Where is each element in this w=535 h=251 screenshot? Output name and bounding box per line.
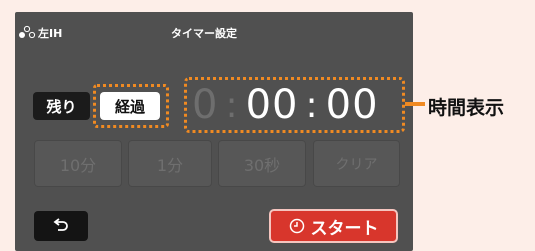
burner-dots-icon bbox=[19, 25, 36, 39]
time-hours: 0 bbox=[192, 82, 219, 128]
page-title: タイマー設定 bbox=[171, 27, 237, 40]
add-30-seconds-button[interactable]: 30秒 bbox=[218, 140, 306, 187]
clock-icon bbox=[289, 218, 304, 234]
clear-button[interactable]: クリア bbox=[313, 140, 400, 187]
time-seconds: 00 bbox=[325, 82, 379, 128]
start-label: スタート bbox=[310, 218, 379, 239]
time-minutes: 00 bbox=[245, 82, 299, 128]
time-display-callout: 時間表示 bbox=[428, 97, 505, 119]
time-separator: : bbox=[305, 84, 319, 126]
time-separator: : bbox=[225, 84, 239, 126]
add-1-minute-button[interactable]: 1分 bbox=[128, 140, 212, 187]
back-button[interactable] bbox=[34, 211, 88, 241]
time-display: 0 : 00 : 00 bbox=[192, 80, 402, 130]
elapsed-highlight-frame bbox=[93, 84, 169, 128]
remaining-mode-button[interactable]: 残り bbox=[33, 92, 90, 120]
callout-leader-line bbox=[405, 102, 425, 106]
burner-label: 左IH bbox=[38, 27, 63, 40]
start-button[interactable]: スタート bbox=[269, 209, 398, 243]
back-arrow-icon bbox=[53, 218, 68, 231]
add-10-minutes-button[interactable]: 10分 bbox=[34, 140, 122, 187]
